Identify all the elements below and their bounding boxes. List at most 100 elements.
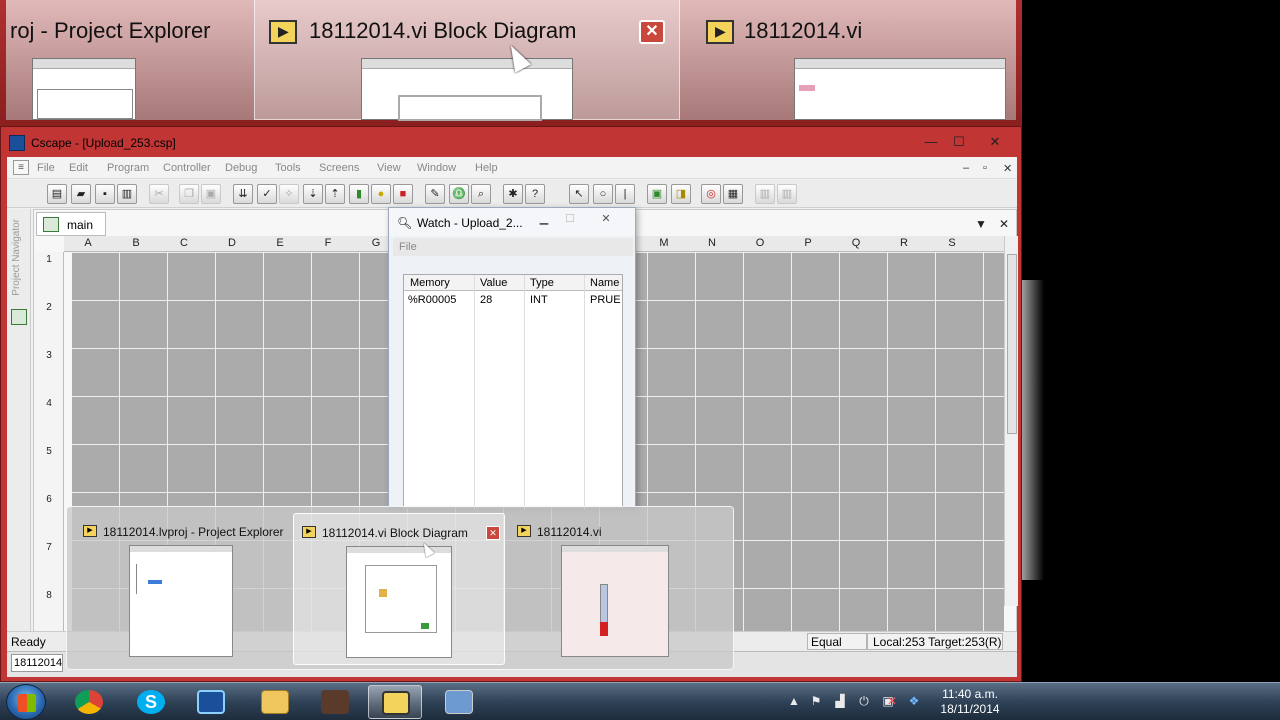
taskbar-skype[interactable]: S <box>124 685 178 719</box>
top-preview-front-panel[interactable]: 18112014.vi <box>696 0 1016 120</box>
cscape-app-icon <box>9 135 25 151</box>
wizard-icon[interactable]: ✧ <box>279 184 299 204</box>
col-type[interactable]: Type <box>530 277 554 289</box>
network-signal-icon[interactable]: ▟ <box>832 693 848 709</box>
print-icon[interactable]: ▥ <box>117 184 137 204</box>
top-preview-block-diagram[interactable]: 18112014.vi Block Diagram ✕ <box>254 0 680 121</box>
chevron-down-icon[interactable]: ▼ <box>973 216 989 232</box>
maximize-button[interactable]: ☐ <box>559 212 581 226</box>
col-value[interactable]: Value <box>480 277 507 289</box>
bottom-aero-preview: ▶ 18112014.lvproj - Project Explorer ▶ 1… <box>66 506 734 670</box>
row-header: 1 2 3 4 5 6 7 8 <box>34 252 64 632</box>
show-hidden-icons[interactable]: ▲ <box>786 693 802 709</box>
binoculars-icon[interactable]: ♎ <box>449 184 469 204</box>
window-thumbnail <box>346 546 452 658</box>
select-arrow-icon[interactable]: ↖ <box>569 184 589 204</box>
bottom-preview-project-explorer[interactable]: ▶ 18112014.lvproj - Project Explorer <box>73 513 289 665</box>
power-plug-icon[interactable]: ⏻ <box>856 693 872 709</box>
col-name[interactable]: Name <box>590 277 619 289</box>
row-label: 8 <box>46 590 52 601</box>
navigator-tree-icon[interactable] <box>11 309 27 325</box>
maximize-button[interactable]: ☐ <box>945 133 973 151</box>
bottom-preview-front-panel[interactable]: ▶ 18112014.vi <box>509 513 729 665</box>
target-icon[interactable]: ◎ <box>701 184 721 204</box>
save-icon[interactable]: ▪ <box>95 184 115 204</box>
tab-main[interactable]: main <box>36 212 106 236</box>
menu-help[interactable]: Help <box>475 162 498 174</box>
new-file-icon[interactable]: ▤ <box>47 184 67 204</box>
stop-icon[interactable]: ■ <box>393 184 413 204</box>
close-icon[interactable]: ✕ <box>996 216 1012 232</box>
help-pointer-icon[interactable]: ? <box>525 184 545 204</box>
cscape-title-bar[interactable]: Cscape - [Upload_253.csp] — ☐ ✕ <box>7 131 1017 155</box>
watch-menu-file[interactable]: File <box>399 241 417 253</box>
window-thumbnail <box>129 545 233 657</box>
coil-icon[interactable]: ▣ <box>647 184 667 204</box>
cut-icon[interactable]: ✂ <box>149 184 169 204</box>
taskbar-labview[interactable] <box>368 685 422 719</box>
debug-bug-icon[interactable]: ✱ <box>503 184 523 204</box>
open-folder-icon[interactable]: ▰ <box>71 184 91 204</box>
dropbox-icon[interactable]: ❖ <box>906 693 922 709</box>
top-preview-title: 18112014.vi <box>744 18 863 43</box>
unlock-icon[interactable]: ▥ <box>777 184 797 204</box>
watch-title-bar[interactable]: 🔍︎ Watch - Upload_2... ▁ ☐ ✕ <box>389 208 635 236</box>
menu-controller[interactable]: Controller <box>163 162 211 174</box>
wire-icon[interactable]: | <box>615 184 635 204</box>
column-label: N <box>708 237 716 249</box>
table-row[interactable]: %R00005 28 INT PRUE <box>404 292 622 308</box>
copy-icon[interactable]: ❐ <box>179 184 199 204</box>
mdi-minimize-button[interactable]: – <box>963 162 969 174</box>
taskbar-cscape[interactable] <box>184 685 238 719</box>
lasso-icon[interactable]: ○ <box>593 184 613 204</box>
mdi-close-button[interactable]: ✕ <box>1003 162 1012 175</box>
close-button[interactable]: ✕ <box>981 133 1009 151</box>
taskbar-app[interactable] <box>308 685 362 719</box>
verify-icon[interactable]: ✓ <box>257 184 277 204</box>
col-memory[interactable]: Memory <box>410 277 450 289</box>
menu-window[interactable]: Window <box>417 162 456 174</box>
taskbar-chrome[interactable] <box>62 685 116 719</box>
close-icon[interactable]: ✕ <box>486 526 500 540</box>
run-icon[interactable]: ▮ <box>349 184 369 204</box>
search-icon[interactable]: ⌕ <box>471 184 491 204</box>
menu-program[interactable]: Program <box>107 162 149 174</box>
minimize-button[interactable]: — <box>917 133 945 151</box>
compile-icon[interactable]: ⇊ <box>233 184 253 204</box>
menu-tools[interactable]: Tools <box>275 162 301 174</box>
row-label: 1 <box>46 254 52 265</box>
vertical-scrollbar[interactable] <box>1004 236 1018 606</box>
idle-icon[interactable]: ● <box>371 184 391 204</box>
status-local-target: Local:253 Target:253(R) <box>873 635 1002 649</box>
minimize-button[interactable]: ▁ <box>533 212 555 226</box>
mdi-restore-button[interactable]: ▫ <box>983 162 987 174</box>
edit-icon[interactable]: ✎ <box>425 184 445 204</box>
download-icon[interactable]: ⇣ <box>303 184 323 204</box>
speaker-muted-icon[interactable]: ✕ <box>884 693 900 709</box>
close-button[interactable]: ✕ <box>595 212 617 226</box>
menu-edit[interactable]: Edit <box>69 162 88 174</box>
lock-icon[interactable]: ▥ <box>755 184 775 204</box>
contact-icon[interactable]: ◨ <box>671 184 691 204</box>
menu-view[interactable]: View <box>377 162 401 174</box>
output-box[interactable]: 18112014 <box>11 654 63 672</box>
action-center-flag-icon[interactable]: ⚑ <box>808 693 824 709</box>
scroll-thumb[interactable] <box>1007 254 1017 434</box>
menu-debug[interactable]: Debug <box>225 162 257 174</box>
bottom-preview-title: 18112014.vi Block Diagram <box>322 526 468 540</box>
grid-table-icon[interactable]: ▦ <box>723 184 743 204</box>
system-clock[interactable]: 11:40 a.m. 18/11/2014 <box>930 687 1010 717</box>
taskbar-explorer[interactable] <box>248 685 302 719</box>
start-button[interactable] <box>6 684 46 720</box>
project-navigator-strip[interactable]: Project Navigator <box>7 209 31 633</box>
bottom-preview-block-diagram[interactable]: ▶ 18112014.vi Block Diagram ✕ <box>293 513 505 665</box>
upload-icon[interactable]: ⇡ <box>325 184 345 204</box>
close-icon[interactable]: ✕ <box>639 20 665 44</box>
menu-file[interactable]: File <box>37 162 55 174</box>
watch-menu: File <box>393 238 633 256</box>
taskbar-remote-desktop[interactable] <box>432 685 486 719</box>
document-icon[interactable]: ≡ <box>13 160 29 175</box>
menu-screens[interactable]: Screens <box>319 162 359 174</box>
paste-icon[interactable]: ▣ <box>201 184 221 204</box>
top-preview-project-explorer[interactable]: roj - Project Explorer <box>6 0 246 120</box>
